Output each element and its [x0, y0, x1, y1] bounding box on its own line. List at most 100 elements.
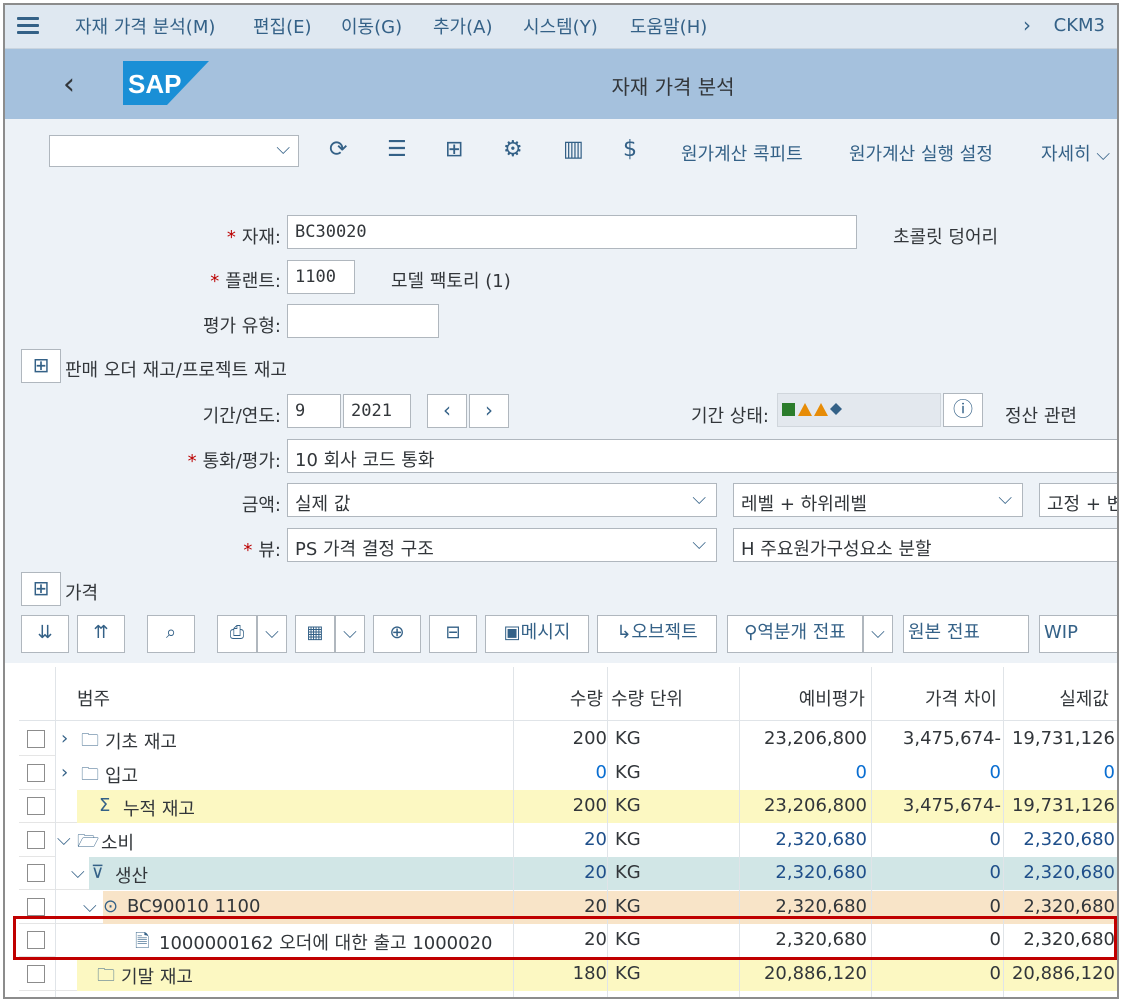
material-icon[interactable]: ⚙	[503, 137, 523, 162]
row-select-checkbox[interactable]	[27, 897, 45, 916]
level-select[interactable]: 레벨 + 하위레벨 ⌵	[733, 483, 1023, 517]
table-row[interactable]: ⌵ ⊽ 생산 20 KG 2,320,680 0 2,320,680	[19, 857, 1117, 890]
print-icon[interactable]: ⎙	[217, 615, 257, 653]
wip-button[interactable]: WIP	[1039, 615, 1117, 653]
menu-help[interactable]: 도움말(H)	[630, 13, 707, 39]
header-quantity[interactable]: 수량	[519, 685, 603, 711]
next-period-button[interactable]: ›	[469, 394, 509, 428]
header-unit[interactable]: 수량 단위	[611, 685, 683, 711]
row-select-checkbox[interactable]	[27, 964, 45, 983]
valuation-type-input[interactable]	[287, 304, 439, 338]
sum-icon: Σ	[99, 795, 111, 816]
header-category[interactable]: 범주	[77, 685, 110, 711]
expand-all-icon[interactable]: ⇊	[21, 615, 69, 653]
expand-price-section-icon[interactable]: ⊞	[21, 572, 61, 606]
row-select-checkbox[interactable]	[27, 730, 45, 748]
table-row[interactable]: › 🗀 입고 0 KG 0 0 0	[19, 756, 1117, 790]
selection-form: * 자재: BC30020 초콜릿 덩어리 * 플랜트: 1100 모델 팩토리 (…	[5, 183, 1117, 663]
table-row[interactable]: ⌵ 🗁 소비 20 KG 2,320,680 0 2,320,680	[19, 823, 1117, 857]
cell-unit: KG	[615, 728, 641, 749]
expand-section-icon[interactable]: ⊞	[21, 349, 61, 383]
cell-unit: KG	[615, 962, 641, 984]
money-bag-icon[interactable]: $	[623, 137, 637, 162]
table-row[interactable]: › 🗀 기초 재고 200 KG 23,206,800 3,475,674- 19,731,1…	[19, 723, 1117, 756]
cell-category: 입고	[105, 765, 139, 787]
cell-quantity: 180	[572, 962, 607, 984]
currency-select[interactable]: 10 회사 코드 통화	[287, 439, 1117, 473]
row-select-checkbox[interactable]	[27, 830, 45, 849]
selected-row-highlight	[13, 916, 1117, 960]
hamburger-menu-icon[interactable]	[17, 17, 39, 35]
material-label-text: 자재:	[241, 227, 281, 248]
costing-cockpit-button[interactable]: 원가계산 콕피트	[681, 140, 803, 166]
original-doc-button[interactable]: 원본 전표	[903, 615, 1029, 653]
cost-component-split-field[interactable]: H 주요원가구성요소 분할	[733, 528, 1117, 562]
cell-actual: 2,320,680	[1023, 862, 1115, 883]
chevron-right-icon[interactable]: ›	[61, 762, 68, 783]
refresh-icon[interactable]: ⟳	[329, 137, 347, 162]
search-icon[interactable]: ⌕	[147, 615, 195, 653]
info-icon[interactable]: ⓘ	[943, 393, 983, 427]
chevron-down-icon: ⌵	[692, 488, 706, 509]
chevron-right-icon[interactable]: ›	[1023, 13, 1031, 37]
currency-label-text: 통화/평가:	[202, 451, 281, 472]
open-folder-icon: 🗁	[77, 830, 100, 852]
layout-grid-icon[interactable]: ▦	[295, 615, 335, 653]
amount-select[interactable]: 실제 값 ⌵	[287, 483, 717, 517]
costing-run-settings-button[interactable]: 원가계산 실행 설정	[849, 140, 993, 166]
cell-actual: 20,886,120	[1011, 962, 1115, 984]
menu-system[interactable]: 시스템(Y)	[523, 13, 598, 39]
collapse-all-icon[interactable]: ⇈	[77, 615, 125, 653]
print-dropdown-icon[interactable]: ⌵	[257, 615, 287, 653]
view-select[interactable]: PS 가격 결정 구조 ⌵	[287, 528, 717, 562]
cell-category: 생산	[115, 866, 149, 887]
table-row[interactable]: 🗀 기말 재고 180 KG 20,886,120 0 20,886,120	[19, 957, 1117, 991]
period-input[interactable]: 9	[287, 394, 341, 428]
cell-quantity: 20	[584, 828, 607, 850]
cell-category: BC90010 1100	[127, 895, 261, 917]
price-section-label: 가격	[65, 583, 99, 604]
cell-unit: KG	[615, 828, 641, 850]
reversal-dropdown-icon[interactable]: ⌵	[863, 615, 893, 653]
fixed-select[interactable]: 고정 + 변	[1039, 483, 1117, 517]
message-button[interactable]: ▣메시지	[485, 615, 589, 653]
row-select-checkbox[interactable]	[27, 797, 45, 815]
sales-order-section-label: 판매 오더 재고/프로젝트 재고	[65, 360, 287, 381]
year-input[interactable]: 2021	[343, 394, 411, 428]
plant-input[interactable]: 1100	[287, 260, 355, 294]
row-select-checkbox[interactable]	[27, 763, 45, 782]
objects-label: 오브젝트	[631, 622, 698, 643]
header-price-difference[interactable]: 가격 차이	[871, 685, 997, 711]
menu-extras[interactable]: 추가(A)	[433, 13, 492, 39]
chevron-down-icon[interactable]: ⌵	[57, 829, 71, 850]
layout-dropdown-icon[interactable]: ⌵	[335, 615, 365, 653]
chevron-down-icon: ⌵	[998, 488, 1012, 509]
table-row[interactable]: Σ 누적 재고 200 KG 23,206,800 3,475,674- 19,731,12…	[19, 790, 1117, 823]
hierarchy-icon[interactable]: ⊞	[445, 137, 463, 162]
more-label: 자세히	[1041, 144, 1091, 165]
variant-select[interactable]: ⌵	[49, 135, 299, 167]
cell-category: 기초 재고	[105, 732, 177, 753]
chevron-right-icon[interactable]: ›	[61, 728, 68, 749]
header-preliminary[interactable]: 예비평가	[739, 685, 865, 711]
page-title: 자재 가격 분석	[611, 75, 735, 99]
cell-price-difference: 3,475,674-	[902, 795, 1001, 816]
zoom-in-icon[interactable]: ⊕	[373, 615, 421, 653]
header-actual[interactable]: 실제값	[1005, 685, 1109, 711]
amount-label: 금액:	[241, 495, 281, 516]
previous-period-button[interactable]: ‹	[427, 394, 467, 428]
valuation-type-label: 평가 유형:	[202, 316, 281, 337]
menu-material-price-analysis[interactable]: 자재 가격 분석(M)	[75, 13, 215, 39]
reversal-doc-button[interactable]: ⚲역분개 전표	[727, 615, 863, 653]
objects-button[interactable]: ↳오브젝트	[597, 615, 717, 653]
menu-edit[interactable]: 편집(E)	[253, 13, 312, 39]
display-list-icon[interactable]: ☰	[387, 137, 407, 162]
more-button[interactable]: 자세히 ⌵	[1041, 140, 1110, 166]
columns-icon[interactable]: ▥	[563, 137, 584, 162]
org-structure-icon[interactable]: ⊟	[429, 615, 477, 653]
material-input[interactable]: BC30020	[287, 215, 857, 249]
chevron-down-icon[interactable]: ⌵	[71, 862, 85, 883]
chevron-down-icon[interactable]: ⌵	[83, 896, 97, 917]
row-select-checkbox[interactable]	[27, 864, 45, 882]
menu-goto[interactable]: 이동(G)	[341, 13, 402, 39]
